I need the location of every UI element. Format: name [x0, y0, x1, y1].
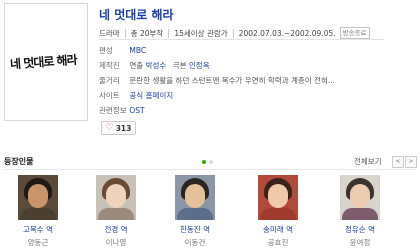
cast-item[interactable]: 정유순 역 윤여정 — [332, 175, 388, 248]
writer-role: 극본 — [172, 61, 187, 70]
cast-role[interactable]: 정유순 역 — [332, 224, 388, 235]
cast-photo[interactable] — [340, 175, 380, 220]
cast-actor[interactable]: 공효진 — [250, 237, 306, 248]
status-badge: 방송종료 — [339, 27, 370, 39]
cast-role[interactable]: 한동진 역 — [167, 224, 223, 235]
director-role: 연출 — [129, 61, 144, 70]
official-site-link[interactable]: 공식 홈페이지 — [129, 91, 173, 100]
info-label: 제작진 — [99, 61, 120, 70]
genre: 드라마 — [99, 28, 120, 38]
carousel-dot[interactable] — [209, 160, 213, 164]
like-button[interactable]: ♡ 313 — [101, 121, 136, 135]
synopsis-text[interactable]: 문란한 생활을 하던 스턴트맨 복수가 우연히 학력과 계층이 전혀... — [129, 76, 335, 85]
cast-item[interactable]: 송미래 역 공효진 — [250, 175, 306, 248]
divider — [4, 169, 416, 170]
cast-actor[interactable]: 이동건 — [167, 237, 223, 248]
poster-image[interactable]: 네 멋대로 해라 — [4, 3, 88, 121]
cast-actor[interactable]: 이나영 — [88, 237, 144, 248]
info-related: 관련정보 OST — [99, 105, 145, 116]
prev-button[interactable]: < — [392, 156, 404, 168]
cast-item[interactable]: 한동진 역 이동건 — [167, 175, 223, 248]
cast-actor[interactable]: 양동근 — [10, 237, 66, 248]
divider — [232, 28, 234, 38]
director-link[interactable]: 박성수 — [146, 61, 167, 70]
cast-photo[interactable] — [18, 175, 58, 220]
section-title: 등장인물 — [4, 157, 34, 166]
network-link[interactable]: MBC — [129, 46, 146, 55]
cast-actor[interactable]: 윤여정 — [332, 237, 388, 248]
cast-role[interactable]: 전경 역 — [88, 224, 144, 235]
info-label: 관련정보 — [99, 106, 127, 115]
cast-item[interactable]: 전경 역 이나영 — [88, 175, 144, 248]
page-title[interactable]: 네 멋대로 해라 — [99, 6, 174, 23]
divider — [99, 39, 384, 40]
carousel-dot-active[interactable] — [202, 160, 206, 164]
cast-photo[interactable] — [96, 175, 136, 220]
divider — [168, 28, 170, 38]
age-rating: 15세이상 관람가 — [174, 28, 228, 38]
info-synopsis: 줄거리 문란한 생활을 하던 스턴트맨 복수가 우연히 학력과 계층이 전혀..… — [99, 75, 335, 86]
divider — [124, 28, 126, 38]
episode-count: 총 20부작 — [130, 28, 164, 38]
air-dates: 2002.07.03.~2002.09.05. — [238, 28, 336, 38]
next-button[interactable]: > — [405, 156, 417, 168]
cast-role[interactable]: 고복수 역 — [10, 224, 66, 235]
info-staff: 제작진 연출 박성수 극본 인정옥 — [99, 60, 210, 71]
cast-item[interactable]: 고복수 역 양동근 — [10, 175, 66, 248]
ost-link[interactable]: OST — [129, 106, 144, 115]
meta-row: 드라마 총 20부작 15세이상 관람가 2002.07.03.~2002.09… — [99, 27, 370, 39]
writer-link[interactable]: 인정옥 — [189, 61, 210, 70]
cast-photo[interactable] — [258, 175, 298, 220]
info-label: 사이트 — [99, 91, 120, 100]
like-count: 313 — [115, 123, 132, 133]
info-network: 편성 MBC — [99, 45, 146, 56]
info-label: 편성 — [99, 46, 113, 55]
cast-role[interactable]: 송미래 역 — [250, 224, 306, 235]
see-all-link[interactable]: 전체보기 — [354, 156, 382, 167]
info-site: 사이트 공식 홈페이지 — [99, 90, 173, 101]
heart-icon: ♡ — [105, 122, 114, 133]
carousel-dots — [202, 160, 213, 164]
poster-title-text: 네 멋대로 해라 — [9, 52, 78, 72]
info-label: 줄거리 — [99, 76, 120, 85]
cast-photo[interactable] — [175, 175, 215, 220]
